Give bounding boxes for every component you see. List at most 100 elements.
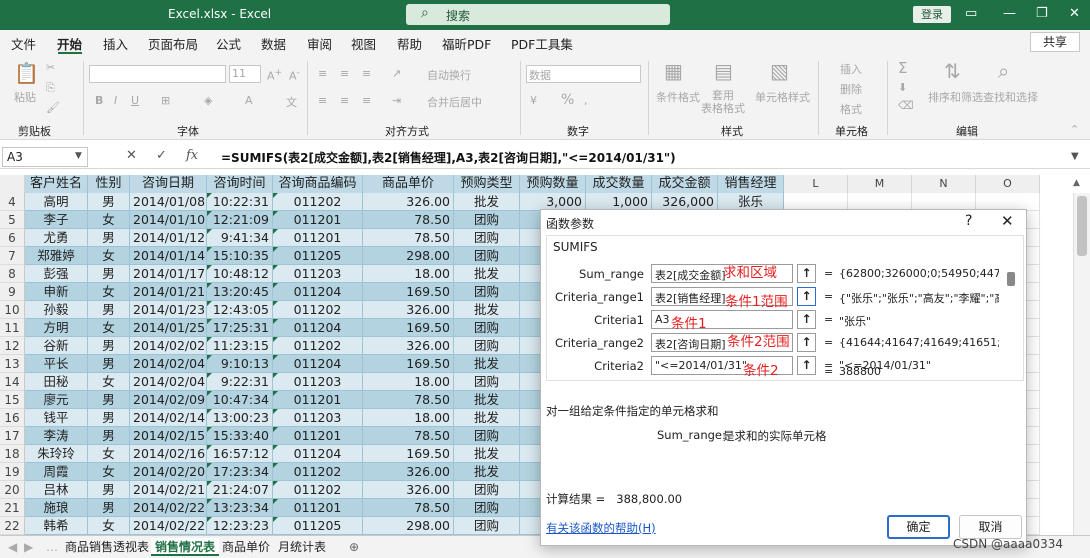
cell-time[interactable]: 17:23:34: [207, 463, 273, 481]
cell-customer[interactable]: 吕林: [25, 481, 88, 499]
col-header-sales-manager[interactable]: 销售经理: [718, 175, 784, 193]
cell-date[interactable]: 2014/01/10: [130, 211, 207, 229]
cut-icon[interactable]: ✂: [46, 61, 55, 74]
col-header-time[interactable]: 咨询时间: [207, 175, 273, 193]
arguments-scrollbar[interactable]: [1007, 272, 1015, 286]
paste-icon[interactable]: 📋: [14, 61, 39, 85]
cell-customer[interactable]: 尤勇: [25, 229, 88, 247]
row-number[interactable]: 9: [0, 283, 25, 301]
cancel-entry-icon[interactable]: ✕: [126, 148, 137, 163]
cell-product-code[interactable]: 011203: [273, 373, 363, 391]
cell-gender[interactable]: 男: [88, 337, 130, 355]
cell-unit-price[interactable]: 78.50: [363, 391, 454, 409]
cell-time[interactable]: 12:43:05: [207, 301, 273, 319]
cell-date[interactable]: 2014/01/08: [130, 193, 207, 211]
tab-home[interactable]: 开始: [57, 34, 82, 53]
cell-unit-price[interactable]: 298.00: [363, 247, 454, 265]
cell-product-code[interactable]: 011203: [273, 265, 363, 283]
cell-gender[interactable]: 男: [88, 427, 130, 445]
cell-product-code[interactable]: 011204: [273, 319, 363, 337]
paste-label[interactable]: 粘贴: [14, 89, 36, 105]
cell-customer[interactable]: 方明: [25, 319, 88, 337]
next-sheet-icon[interactable]: ▶: [20, 538, 37, 556]
cell-date[interactable]: 2014/01/23: [130, 301, 207, 319]
underline-icon[interactable]: U: [131, 94, 139, 107]
sheet-tab-sales[interactable]: 销售情况表: [151, 538, 220, 556]
cell-order-type[interactable]: 批发: [454, 463, 520, 481]
cell-gender[interactable]: 女: [88, 445, 130, 463]
row-number[interactable]: 16: [0, 409, 25, 427]
row-number[interactable]: 10: [0, 301, 25, 319]
border-icon[interactable]: ⊞: [161, 94, 170, 107]
cell-time[interactable]: 21:24:07: [207, 481, 273, 499]
cell-order-type[interactable]: 批发: [454, 193, 520, 211]
shrink-font-icon[interactable]: A-: [289, 67, 300, 83]
cell-product-code[interactable]: 011205: [273, 247, 363, 265]
sheet-tab-monthly[interactable]: 月统计表: [274, 538, 330, 556]
cell-customer[interactable]: 申新: [25, 283, 88, 301]
autosum-icon[interactable]: Σ: [898, 59, 907, 77]
cell-time[interactable]: 15:33:40: [207, 427, 273, 445]
cell-gender[interactable]: 男: [88, 229, 130, 247]
phonetic-icon[interactable]: 文: [286, 94, 297, 110]
col-header-deal-amount[interactable]: 成交金额: [652, 175, 718, 193]
tab-pdf-tools[interactable]: PDF工具集: [511, 34, 573, 53]
vertical-scrollbar[interactable]: [1073, 193, 1090, 535]
row-number[interactable]: 6: [0, 229, 25, 247]
cell-time[interactable]: 13:23:34: [207, 499, 273, 517]
cell-product-code[interactable]: 011204: [273, 355, 363, 373]
cell-time[interactable]: 13:20:45: [207, 283, 273, 301]
find-select-button[interactable]: 查找和选择: [983, 89, 1038, 105]
tab-data[interactable]: 数据: [261, 34, 286, 53]
row-number[interactable]: 12: [0, 337, 25, 355]
cell-product-code[interactable]: 011202: [273, 463, 363, 481]
col-header-N[interactable]: N: [912, 175, 976, 193]
insert-cells-button[interactable]: 插入: [840, 61, 862, 77]
cell-order-type[interactable]: 批发: [454, 265, 520, 283]
cell-gender[interactable]: 男: [88, 391, 130, 409]
cell-date[interactable]: 2014/02/04: [130, 355, 207, 373]
font-color-icon[interactable]: A: [245, 94, 253, 107]
cell-customer[interactable]: 钱平: [25, 409, 88, 427]
search-box[interactable]: ⌕ 搜索: [406, 4, 670, 25]
cell-product-code[interactable]: 011204: [273, 283, 363, 301]
cell-product-code[interactable]: 011201: [273, 391, 363, 409]
row-number[interactable]: 8: [0, 265, 25, 283]
cell-time[interactable]: 10:22:31: [207, 193, 273, 211]
row-number[interactable]: 15: [0, 391, 25, 409]
cell-customer[interactable]: 高明: [25, 193, 88, 211]
cell-gender[interactable]: 男: [88, 355, 130, 373]
cell-unit-price[interactable]: 18.00: [363, 265, 454, 283]
cell-time[interactable]: 9:10:13: [207, 355, 273, 373]
sort-filter-button[interactable]: 排序和筛选: [928, 89, 983, 105]
cell-customer[interactable]: 廖元: [25, 391, 88, 409]
cell-product-code[interactable]: 011202: [273, 301, 363, 319]
cell-unit-price[interactable]: 169.50: [363, 319, 454, 337]
cell-product-code[interactable]: 011202: [273, 337, 363, 355]
cell-date[interactable]: 2014/02/20: [130, 463, 207, 481]
cell-customer[interactable]: 田秘: [25, 373, 88, 391]
cell-unit-price[interactable]: 326.00: [363, 337, 454, 355]
cell-gender[interactable]: 男: [88, 193, 130, 211]
col-header-order-type[interactable]: 预购类型: [454, 175, 520, 193]
col-header-M[interactable]: M: [848, 175, 912, 193]
cell-order-type[interactable]: 团购: [454, 337, 520, 355]
cell-time[interactable]: 10:47:34: [207, 391, 273, 409]
cell-gender[interactable]: 女: [88, 283, 130, 301]
cell-order-type[interactable]: 批发: [454, 445, 520, 463]
cell-customer[interactable]: 平长: [25, 355, 88, 373]
cell-time[interactable]: 12:21:09: [207, 211, 273, 229]
cell-date[interactable]: 2014/02/14: [130, 409, 207, 427]
ok-button[interactable]: 确定: [887, 515, 950, 539]
dialog-close-icon[interactable]: ✕: [1001, 212, 1014, 230]
cell-customer[interactable]: 彭强: [25, 265, 88, 283]
confirm-entry-icon[interactable]: ✓: [156, 148, 167, 163]
cell-product-code[interactable]: 011204: [273, 445, 363, 463]
row-number[interactable]: 19: [0, 463, 25, 481]
collapse-ribbon-icon[interactable]: ⌃: [1070, 123, 1079, 136]
cell-time[interactable]: 10:48:12: [207, 265, 273, 283]
cell-unit-price[interactable]: 169.50: [363, 445, 454, 463]
align-center-icon[interactable]: ≡: [340, 94, 349, 107]
prev-sheet-icon[interactable]: ◀: [4, 538, 21, 556]
cell-order-type[interactable]: 团购: [454, 517, 520, 535]
